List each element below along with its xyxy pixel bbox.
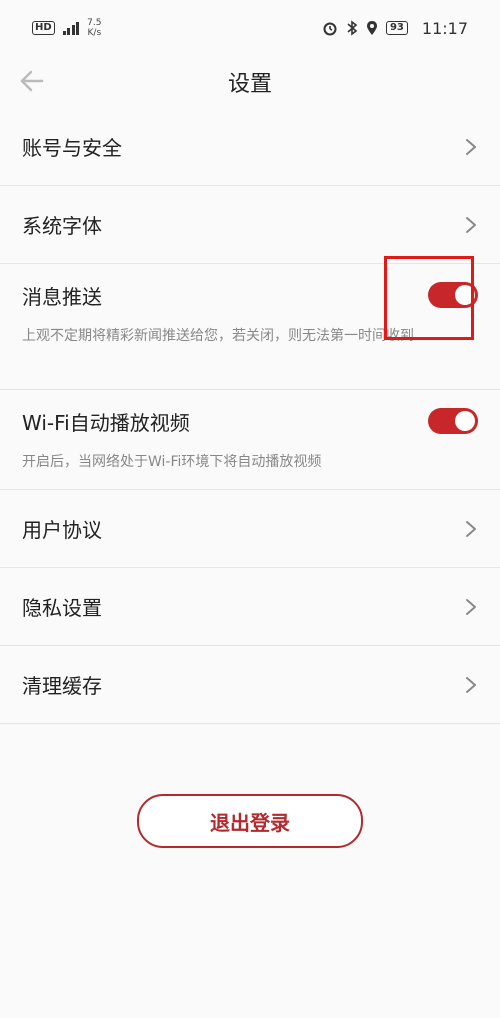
settings-item-font[interactable]: 系统字体 — [0, 186, 500, 264]
logout-container: 退出登录 — [0, 794, 500, 848]
back-arrow-icon[interactable] — [18, 66, 48, 96]
settings-item-label: 隐私设置 — [22, 596, 102, 620]
toggle-knob — [455, 411, 475, 431]
wifi-row-top: Wi-Fi自动播放视频 — [22, 390, 478, 452]
settings-item-label: Wi-Fi自动播放视频 — [22, 410, 190, 435]
bluetooth-icon — [347, 20, 358, 36]
settings-item-account[interactable]: 账号与安全 — [0, 108, 500, 186]
settings-item-privacy[interactable]: 隐私设置 — [0, 568, 500, 646]
logout-button[interactable]: 退出登录 — [137, 794, 363, 848]
status-right: 93 11:17 — [322, 19, 468, 38]
signal-icon — [62, 21, 80, 35]
network-speed: 7.5 K/s — [87, 18, 101, 38]
push-row-top: 消息推送 — [22, 256, 478, 340]
settings-item-label: 账号与安全 — [22, 136, 122, 160]
chevron-right-icon — [466, 520, 476, 537]
highlight-box — [384, 256, 474, 340]
location-icon — [366, 21, 377, 35]
settings-item-label: 清理缓存 — [22, 674, 102, 698]
chevron-right-icon — [466, 138, 476, 155]
hd-badge: HD — [32, 21, 55, 35]
status-time: 11:17 — [421, 18, 468, 38]
settings-item-agreement[interactable]: 用户协议 — [0, 490, 500, 568]
chevron-right-icon — [466, 216, 476, 233]
top-bar: 设置 — [0, 56, 500, 108]
settings-item-label: 用户协议 — [22, 518, 102, 542]
network-speed-value: 7.5 — [87, 18, 102, 28]
wifi-autoplay-description: 开启后，当网络处于Wi-Fi环境下将自动播放视频 — [22, 454, 322, 470]
chevron-right-icon — [466, 598, 476, 615]
wifi-autoplay-toggle[interactable] — [428, 408, 478, 434]
settings-item-label: 消息推送 — [22, 284, 102, 309]
network-speed-unit: K/s — [87, 28, 102, 38]
battery-indicator: 93 — [385, 21, 408, 35]
settings-list: 账号与安全 系统字体 消息推送 上观不定期将精彩新闻推送给您，若关闭，则无法第一… — [0, 108, 500, 724]
page-title: 设置 — [227, 72, 272, 97]
settings-item-push: 消息推送 上观不定期将精彩新闻推送给您，若关闭，则无法第一时间收到 — [0, 256, 500, 390]
settings-item-cache[interactable]: 清理缓存 — [0, 646, 500, 724]
settings-item-label: 系统字体 — [22, 214, 102, 238]
settings-item-wifi-autoplay: Wi-Fi自动播放视频 开启后，当网络处于Wi-Fi环境下将自动播放视频 — [0, 390, 500, 490]
chevron-right-icon — [466, 676, 476, 693]
status-left: HD 7.5 K/s — [32, 18, 102, 38]
alarm-icon — [323, 22, 337, 36]
status-bar: HD 7.5 K/s 93 11:17 — [0, 0, 500, 56]
